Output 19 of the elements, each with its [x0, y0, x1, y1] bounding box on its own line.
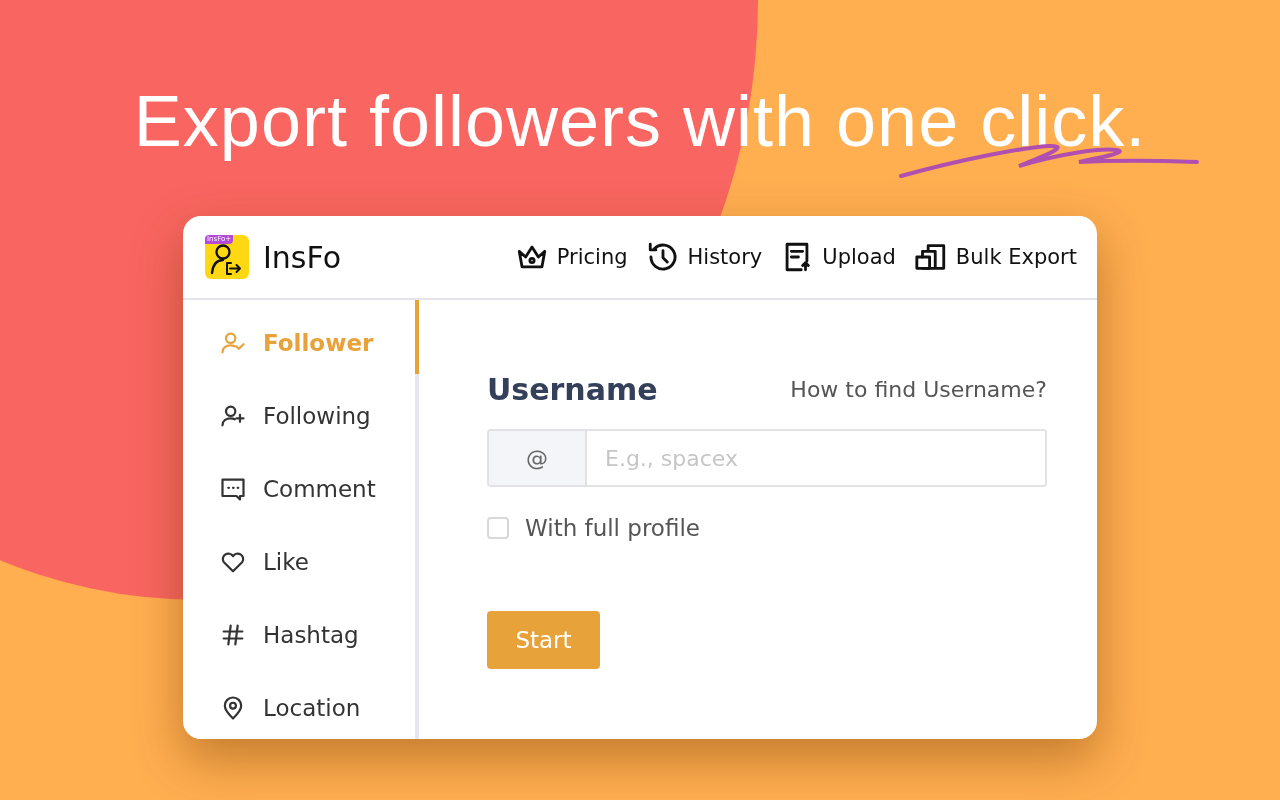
nav-link[interactable]: Bulk Export — [913, 240, 1077, 274]
username-label: Username — [487, 372, 658, 407]
user-exit-icon — [210, 244, 244, 278]
nav-link[interactable]: History — [645, 240, 763, 274]
sidebar-item[interactable]: Hashtag — [183, 614, 415, 656]
sidebar-item[interactable]: Location — [183, 687, 415, 729]
nav-link[interactable]: Upload — [780, 240, 896, 274]
checkbox-label: With full profile — [525, 515, 700, 541]
scrollbar-thumb[interactable] — [415, 300, 419, 374]
sidebar-item[interactable]: Comment — [183, 468, 415, 510]
username-field[interactable]: @ E.g., spacex — [487, 429, 1047, 487]
at-prefix: @ — [489, 431, 587, 485]
sidebar-item[interactable]: Like — [183, 541, 415, 583]
help-link[interactable]: How to find Username? — [790, 377, 1047, 402]
headline: Export followers with one click. — [133, 80, 1147, 162]
app-name: InsFo — [263, 239, 342, 275]
checkbox[interactable] — [487, 517, 509, 539]
sidebar-item[interactable]: Following — [183, 395, 415, 437]
nav-link[interactable]: Pricing — [514, 240, 628, 274]
